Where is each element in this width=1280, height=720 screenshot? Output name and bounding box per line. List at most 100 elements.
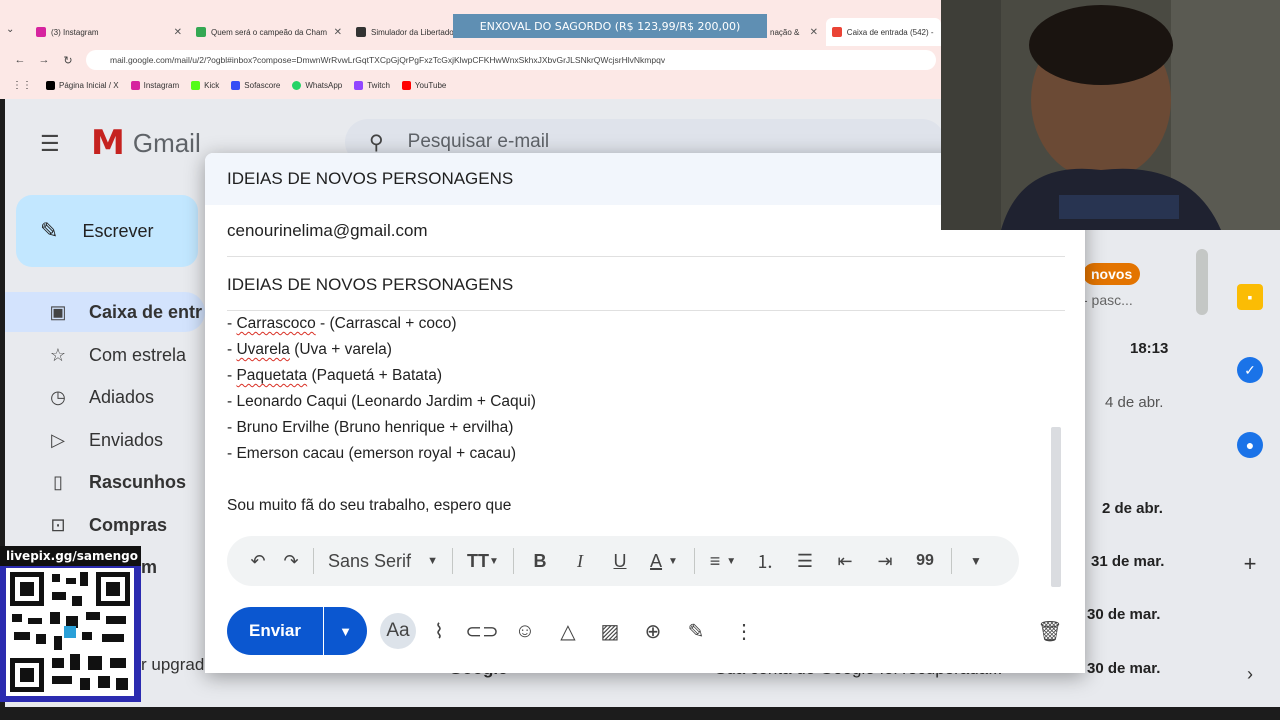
- compose-dialog: IDEIAS DE NOVOS PERSONAGENS cenourinelim…: [205, 153, 1085, 673]
- photo-icon[interactable]: ▨: [594, 615, 626, 647]
- tab-label: nação &: [770, 27, 800, 37]
- more-formatting-icon[interactable]: ▼: [958, 536, 994, 586]
- indent-less-icon[interactable]: ⇤: [825, 536, 865, 586]
- signature-icon[interactable]: ✎: [680, 615, 712, 647]
- sidebar-item-inbox[interactable]: ▣ Caixa de entr: [5, 292, 205, 332]
- misspelled-word[interactable]: Uvarela: [236, 341, 289, 358]
- gmail-logo-text: Gmail: [132, 127, 201, 158]
- italic-icon[interactable]: I: [560, 536, 600, 586]
- misspelled-word[interactable]: Carrascoco: [236, 315, 315, 332]
- to-field[interactable]: cenourinelima@gmail.com: [227, 205, 1065, 257]
- send-button[interactable]: Enviar: [227, 607, 324, 655]
- back-icon[interactable]: ←: [8, 54, 32, 66]
- formatting-options-button[interactable]: Aa: [380, 613, 416, 649]
- keep-icon[interactable]: ▪: [1237, 284, 1263, 310]
- tab-label: Quem será o campeão da Cham: [211, 27, 328, 37]
- sidebar-item-label: Caixa de entr: [89, 301, 203, 322]
- sidebar-item-label: Enviados: [89, 429, 164, 450]
- sidebar-item-snoozed[interactable]: ◷ Adiados: [5, 377, 205, 417]
- star-icon: ☆: [49, 344, 67, 365]
- contacts-icon[interactable]: ●: [1237, 432, 1263, 458]
- sidebar-item-drafts[interactable]: ▯ Rascunhos: [5, 462, 205, 502]
- tab-instagram[interactable]: (3) Instagram ✕: [30, 18, 188, 46]
- subject-input[interactable]: IDEIAS DE NOVOS PERSONAGENS: [227, 275, 513, 295]
- indent-more-icon[interactable]: ⇥: [865, 536, 905, 586]
- tab-label: (3) Instagram: [51, 27, 99, 37]
- message-body[interactable]: - Carrascoco - (Carrascal + coco) - Uvar…: [227, 311, 1047, 531]
- list-scrollbar[interactable]: [1196, 249, 1208, 315]
- recipient-chip[interactable]: cenourinelima@gmail.com: [227, 221, 428, 241]
- email-date: 18:13: [1130, 340, 1169, 357]
- bookmark-label: Instagram: [143, 80, 180, 90]
- emoji-icon[interactable]: ☺: [509, 615, 541, 647]
- search-icon[interactable]: ⚲: [369, 130, 384, 155]
- reload-icon[interactable]: ↻: [56, 54, 80, 67]
- gmail-m-icon: M: [91, 123, 125, 163]
- font-size-icon[interactable]: TT ▼: [459, 536, 507, 586]
- attach-icon[interactable]: ⌇: [423, 615, 455, 647]
- bulleted-list-icon[interactable]: ☰: [785, 536, 825, 586]
- gmail-logo[interactable]: M Gmail: [91, 123, 201, 163]
- livepix-overlay: livepix.gg/samengo: [0, 546, 141, 702]
- bookmark-twitch[interactable]: Twitch: [354, 80, 390, 90]
- send-icon: ▷: [51, 429, 65, 450]
- address-bar[interactable]: mail.google.com/mail/u/2/?ogbl#inbox?com…: [86, 50, 936, 70]
- sidebar-item-sent[interactable]: ▷ Enviados: [5, 420, 205, 460]
- youtube-icon: [401, 80, 411, 90]
- apps-icon[interactable]: ⋮⋮: [12, 80, 32, 91]
- shopping-icon: ⊡: [50, 514, 66, 535]
- sidebar-item-label: Adiados: [89, 386, 155, 407]
- link-icon[interactable]: ⊂⊃: [465, 615, 499, 647]
- drive-icon[interactable]: △: [552, 615, 584, 647]
- sidebar-item-purchases[interactable]: ⊡ Compras: [5, 505, 205, 545]
- undo-icon[interactable]: ↶: [241, 536, 275, 586]
- close-icon[interactable]: ✕: [334, 27, 342, 38]
- tab-quiz[interactable]: Quem será o campeão da Cham ✕: [190, 18, 348, 46]
- sidebar-item-label: Compras: [89, 514, 168, 535]
- quiz-icon: [196, 27, 206, 37]
- misspelled-word[interactable]: Paquetata: [236, 367, 307, 384]
- bookmark-x[interactable]: Página Inicial / X: [46, 80, 119, 90]
- tasks-icon[interactable]: ✓: [1237, 357, 1263, 383]
- bookmark-kick[interactable]: Kick: [191, 80, 219, 90]
- tab-gmail[interactable]: Caixa de entrada (542) - sa: [826, 18, 941, 46]
- snippet-text: - pasc...: [1083, 292, 1133, 308]
- tab-search-icon[interactable]: ⌄: [6, 24, 14, 35]
- search-input[interactable]: Pesquisar e-mail: [408, 131, 550, 153]
- bookmark-youtube[interactable]: YouTube: [401, 80, 446, 90]
- bookmark-instagram[interactable]: Instagram: [130, 80, 180, 90]
- forward-icon[interactable]: →: [32, 54, 56, 66]
- align-icon[interactable]: ≡ ▼: [701, 536, 745, 586]
- underline-icon[interactable]: U: [600, 536, 640, 586]
- body-line: - Emerson cacau (emerson royal + cacau): [227, 445, 517, 462]
- more-options-icon[interactable]: ⋮: [728, 615, 760, 647]
- body-line: - Carrascoco - (Carrascal + coco): [227, 315, 457, 332]
- schedule-send-button[interactable]: ▼: [324, 607, 367, 655]
- bookmark-whatsapp[interactable]: WhatsApp: [292, 80, 342, 90]
- formatting-toolbar: ↶ ↷ Sans Serif ▼ TT ▼ B I U A ▼ ≡ ▼ ⒈ ☰ ⇤ ⇥ …: [227, 536, 1019, 586]
- chevron-right-icon[interactable]: ›: [1237, 661, 1263, 687]
- menu-icon[interactable]: ☰: [40, 131, 66, 157]
- sidebar-item-partial[interactable]: m: [141, 557, 157, 578]
- compose-button[interactable]: ✎ Escrever: [16, 195, 198, 267]
- close-icon[interactable]: ✕: [810, 27, 818, 38]
- redo-icon[interactable]: ↷: [275, 536, 307, 586]
- bookmark-sofascore[interactable]: Sofascore: [231, 80, 280, 90]
- compose-header-title: IDEIAS DE NOVOS PERSONAGENS: [227, 169, 514, 188]
- discard-icon[interactable]: 🗑: [1034, 615, 1066, 647]
- font-select[interactable]: Sans Serif ▼: [320, 536, 446, 586]
- subject-field[interactable]: IDEIAS DE NOVOS PERSONAGENS: [227, 259, 1065, 311]
- text-color-icon[interactable]: A ▼: [640, 536, 688, 586]
- numbered-list-icon[interactable]: ⒈: [745, 536, 785, 586]
- bold-icon[interactable]: B: [520, 536, 560, 586]
- confidential-mode-icon[interactable]: ⊕: [637, 615, 669, 647]
- tab-partial[interactable]: nação & ✕: [764, 18, 824, 46]
- tab-simulator[interactable]: Simulador da Libertado: [350, 18, 460, 46]
- add-addon-icon[interactable]: +: [1237, 551, 1263, 577]
- quote-icon[interactable]: 99: [905, 536, 945, 586]
- chevron-down-icon: ▼: [427, 555, 438, 567]
- url-text[interactable]: mail.google.com/mail/u/2/?ogbl#inbox?com…: [110, 55, 665, 65]
- sidebar-item-starred[interactable]: ☆ Com estrela: [5, 335, 205, 375]
- close-icon[interactable]: ✕: [174, 27, 182, 38]
- body-scrollbar[interactable]: [1051, 427, 1061, 587]
